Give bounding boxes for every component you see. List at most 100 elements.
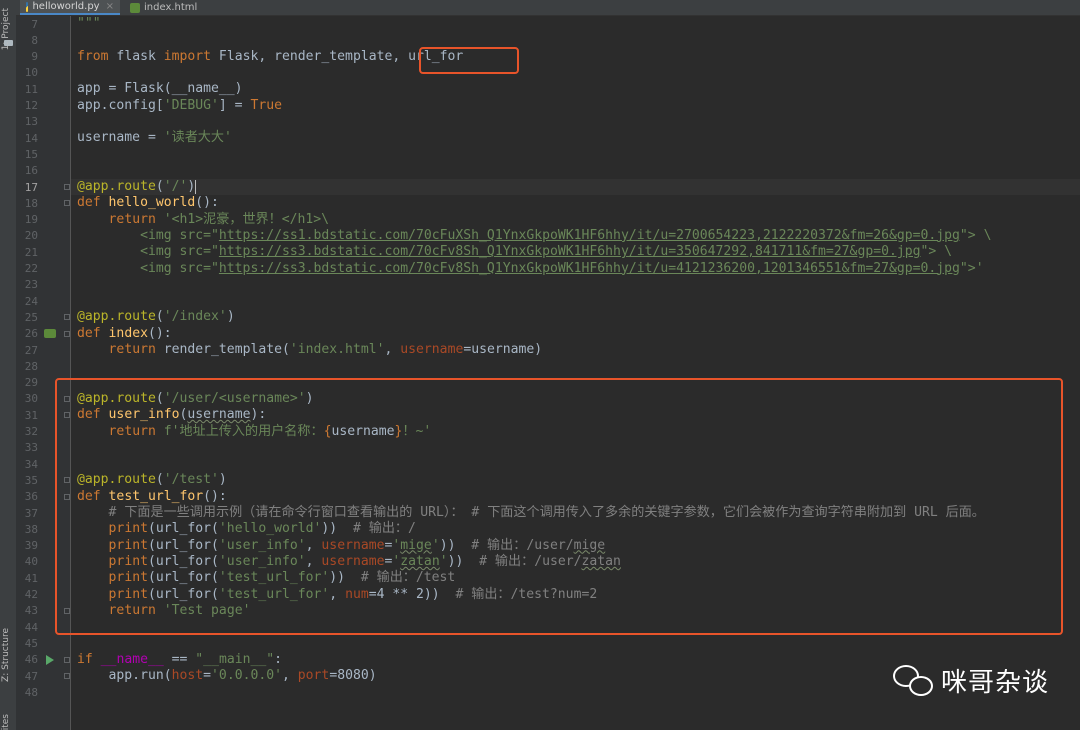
code-line[interactable]: # 下面是一些调用示例（请在命令行窗口查看输出的 URL）： # 下面这个调用传… — [71, 505, 1080, 521]
code-text: <img src="https://ss3.bdstatic.com/70cFv… — [77, 260, 984, 276]
line-number: 29 — [24, 376, 38, 390]
code-line[interactable]: """ — [71, 16, 1080, 32]
code-line[interactable] — [71, 375, 1080, 391]
tool-window-bar: 1: Project Z: Structure ites — [0, 0, 17, 730]
code-text: app.config['DEBUG'] = True — [77, 97, 282, 113]
line-number: 48 — [24, 685, 38, 699]
code-line[interactable]: def index(): — [71, 326, 1080, 342]
fold-marker-icon[interactable] — [64, 493, 70, 500]
code-text: print(url_for('test_url_for', num=4 ** 2… — [108, 586, 598, 602]
code-text: return 'Test page' — [108, 602, 251, 618]
line-number: 7 — [31, 17, 38, 31]
code-line[interactable]: print(url_for('test_url_for')) # 输出：/tes… — [71, 570, 1080, 586]
code-line[interactable]: return '<h1>泥豪，世界！</h1>\ — [71, 212, 1080, 228]
watermark: 咪哥杂谈 — [893, 662, 1049, 699]
code-text: # 下面是一些调用示例（请在命令行窗口查看输出的 URL）： # 下面这个调用传… — [108, 505, 985, 520]
fold-marker-icon[interactable] — [64, 673, 70, 679]
code-line[interactable]: username = '读者大大' — [71, 130, 1080, 146]
line-number-gutter: 7 8 9 10 11 12 13 14 15 16 17 18 19 20 21 22 23 24 25 26 27 2… — [16, 16, 71, 730]
code-text: def user_info(username): — [77, 407, 267, 423]
code-line[interactable]: print(url_for('user_info', username='zat… — [71, 554, 1080, 570]
code-line[interactable] — [71, 358, 1080, 374]
code-text: <img src="https://ss1.bdstatic.com/70cFu… — [77, 227, 992, 243]
code-text: app = Flask(__name__) — [77, 81, 243, 97]
line-number: 22 — [24, 262, 38, 275]
code-line[interactable]: @app.route('/') — [71, 179, 1080, 196]
line-number: 44 — [24, 620, 38, 634]
fold-marker-icon[interactable] — [64, 656, 70, 663]
close-tab-icon[interactable]: × — [106, 1, 114, 12]
code-line[interactable] — [71, 293, 1080, 309]
code-editor[interactable]: """ from flask import Flask, render_templ… — [71, 16, 1080, 730]
code-line[interactable]: <img src="https://ss3.bdstatic.com/70cFv… — [71, 244, 1080, 260]
tab-helloworld-py[interactable]: helloworld.py × — [20, 0, 120, 15]
line-number: 23 — [24, 278, 38, 292]
fold-marker-icon[interactable] — [64, 184, 70, 190]
code-line[interactable]: def test_url_for(): — [71, 489, 1080, 505]
fold-marker-icon[interactable] — [64, 412, 70, 419]
line-number: 13 — [24, 115, 38, 129]
fold-marker-icon[interactable] — [64, 395, 70, 402]
code-text: return '<h1>泥豪，世界！</h1>\ — [108, 211, 330, 227]
code-text: @app.route('/index') — [77, 309, 235, 325]
code-line[interactable]: @app.route('/user/<username>') — [71, 391, 1080, 407]
code-text: if __name__ == "__main__": — [77, 651, 283, 667]
code-text: print(url_for('test_url_for')) # 输出：/tes… — [108, 570, 456, 586]
line-number: 26 — [24, 327, 38, 341]
code-line[interactable] — [71, 163, 1080, 179]
line-number: 17 — [24, 180, 38, 194]
code-line[interactable] — [71, 440, 1080, 456]
line-number: 43 — [24, 604, 38, 618]
code-line[interactable] — [71, 635, 1080, 651]
line-number: 45 — [24, 636, 38, 650]
code-line[interactable] — [71, 114, 1080, 130]
code-line[interactable] — [71, 65, 1080, 81]
line-number: 37 — [24, 506, 38, 520]
code-line[interactable]: def user_info(username): — [71, 407, 1080, 423]
line-number: 32 — [24, 425, 38, 438]
tab-index-html[interactable]: index.html — [124, 0, 224, 15]
code-line[interactable] — [71, 146, 1080, 162]
line-number: 34 — [24, 457, 38, 471]
line-number: 36 — [24, 490, 38, 504]
run-icon[interactable] — [46, 654, 54, 665]
code-text: def hello_world(): — [77, 195, 219, 211]
favorites-tool-button[interactable]: ites — [1, 714, 11, 730]
project-tool-button[interactable]: 1: Project — [1, 8, 11, 50]
code-line[interactable] — [71, 277, 1080, 293]
line-number: 10 — [24, 66, 38, 80]
fold-marker-icon[interactable] — [64, 314, 70, 321]
template-link-icon[interactable] — [44, 328, 56, 338]
code-line[interactable] — [71, 619, 1080, 635]
fold-marker-icon[interactable] — [64, 200, 70, 207]
code-line[interactable]: print(url_for('user_info', username='mig… — [71, 538, 1080, 554]
code-text: print(url_for('user_info', username='zat… — [108, 553, 621, 569]
code-line[interactable]: app.config['DEBUG'] = True — [71, 98, 1080, 114]
line-number: 24 — [24, 294, 38, 308]
code-line[interactable]: from flask import Flask, render_template… — [71, 49, 1080, 65]
code-text: return render_template('index.html', use… — [108, 342, 543, 357]
tab-label: index.html — [144, 2, 198, 13]
code-line[interactable]: <img src="https://ss1.bdstatic.com/70cFu… — [71, 228, 1080, 244]
code-line[interactable]: app = Flask(__name__) — [71, 81, 1080, 97]
code-text: return f'地址上传入的用户名称：{username}！~' — [108, 423, 432, 439]
fold-marker-icon[interactable] — [64, 607, 70, 614]
code-line[interactable]: @app.route('/index') — [71, 309, 1080, 325]
code-line[interactable]: return 'Test page' — [71, 603, 1080, 619]
fold-marker-icon[interactable] — [64, 330, 70, 337]
code-text: """ — [77, 16, 101, 31]
structure-tool-button[interactable]: Z: Structure — [1, 628, 11, 682]
line-number: 41 — [24, 571, 38, 585]
fold-marker-icon[interactable] — [64, 477, 70, 484]
code-line[interactable]: print(url_for('hello_world')) # 输出：/ — [71, 521, 1080, 537]
code-line[interactable] — [71, 456, 1080, 472]
code-line[interactable]: <img src="https://ss3.bdstatic.com/70cFv… — [71, 261, 1080, 277]
line-number: 9 — [31, 50, 38, 64]
code-line[interactable]: @app.route('/test') — [71, 472, 1080, 488]
tab-label: helloworld.py — [32, 1, 100, 12]
code-line[interactable] — [71, 32, 1080, 48]
code-line[interactable]: return f'地址上传入的用户名称：{username}！~' — [71, 424, 1080, 440]
code-line[interactable]: return render_template('index.html', use… — [71, 342, 1080, 358]
code-line[interactable]: def hello_world(): — [71, 195, 1080, 211]
code-line[interactable]: print(url_for('test_url_for', num=4 ** 2… — [71, 587, 1080, 603]
